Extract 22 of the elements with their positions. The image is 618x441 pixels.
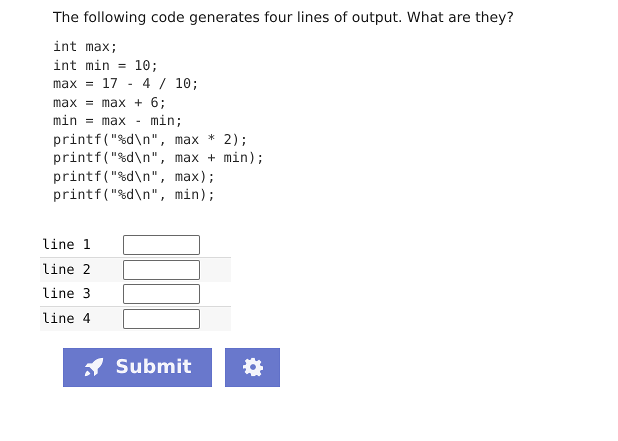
- code-line: max = max + 6;: [53, 94, 168, 112]
- code-line: min = max - min;: [53, 112, 184, 130]
- answer-label: line 3: [42, 286, 92, 302]
- answer-field[interactable]: [123, 284, 200, 304]
- answer-label: line 4: [42, 310, 92, 326]
- settings-icon: [242, 357, 262, 377]
- code-line: printf("%d\n", min);: [53, 186, 217, 204]
- answer-label: line 1: [42, 236, 92, 252]
- answer-label: line 2: [42, 262, 92, 278]
- answer-field[interactable]: [123, 234, 200, 254]
- code-line: max = 17 - 4 / 10;: [53, 75, 200, 94]
- question-text: The following code generates four lines of output. What are they?: [53, 10, 515, 26]
- code-line: printf("%d\n", max + min);: [53, 149, 266, 168]
- code-line: int min = 10;: [53, 56, 160, 75]
- code-line: printf("%d\n", max * 2);: [53, 130, 250, 149]
- code-line: int max;: [53, 38, 120, 56]
- submit-button[interactable]: Submit: [63, 348, 212, 386]
- settings-button[interactable]: [225, 348, 280, 386]
- answer-field[interactable]: [123, 260, 200, 280]
- code-line: printf("%d\n", max);: [53, 168, 217, 186]
- rocket-icon: [83, 356, 106, 378]
- answer-field[interactable]: [123, 308, 200, 328]
